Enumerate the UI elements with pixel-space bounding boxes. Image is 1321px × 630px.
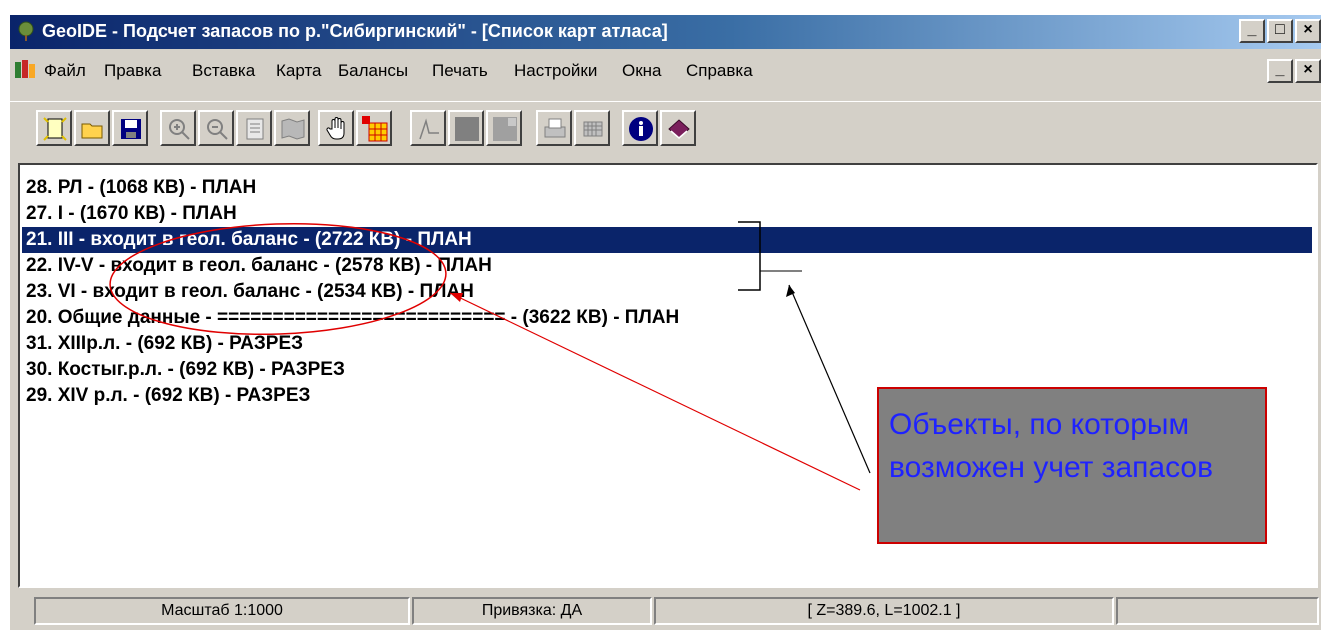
annotation-callout: Объекты, по которым возможен учет запасо… xyxy=(877,387,1267,544)
annotation-ellipse xyxy=(109,222,447,336)
annotation-text: Объекты, по которым возможен учет запасо… xyxy=(889,408,1214,484)
annotation-bracket xyxy=(738,221,761,291)
annotation-arrow-black xyxy=(788,284,871,474)
annotation-arrow-red xyxy=(449,292,861,491)
annotation-arrowhead-red xyxy=(450,293,463,302)
